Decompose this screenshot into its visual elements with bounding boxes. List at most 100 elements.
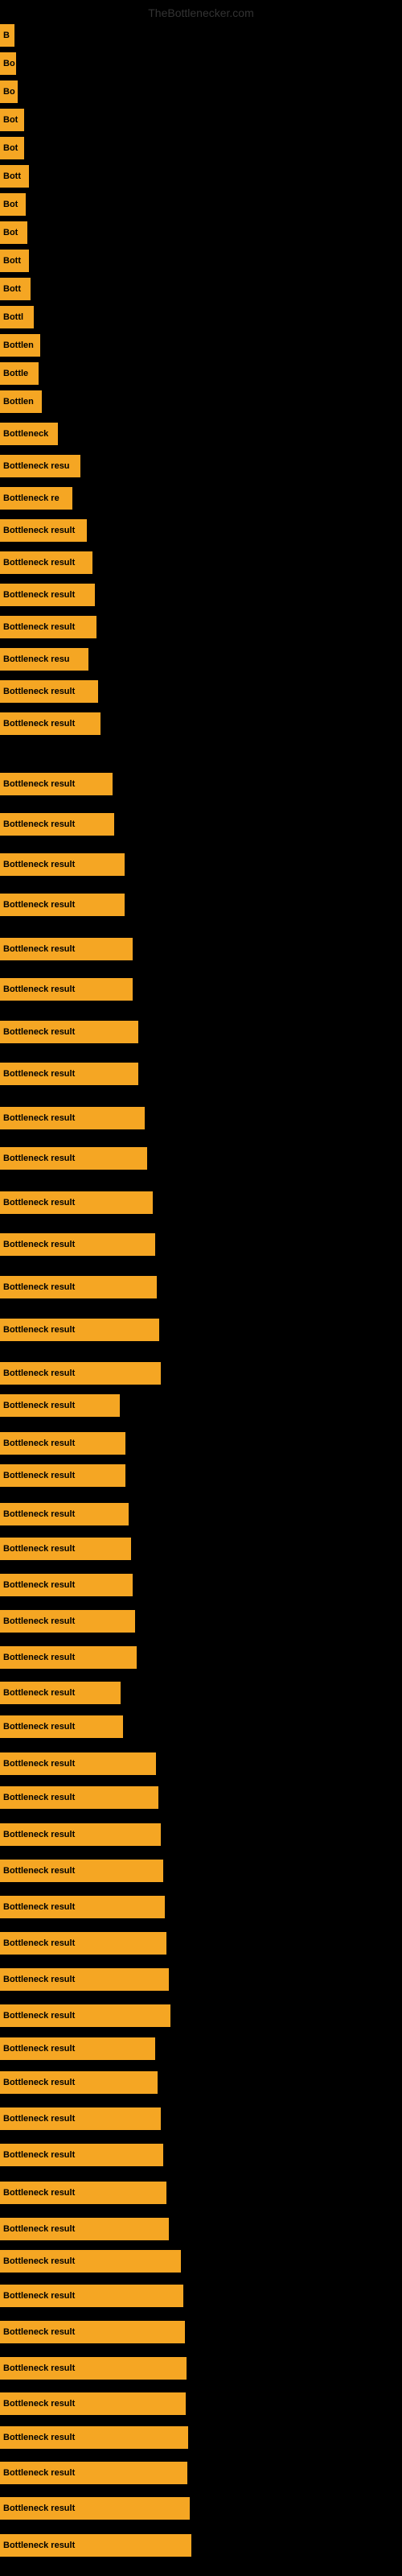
bar-label: Bottleneck result bbox=[3, 1282, 75, 1292]
bar-item: Bott bbox=[0, 278, 31, 300]
bar-label: Bottleneck result bbox=[3, 2504, 75, 2513]
bottleneck-bar-70: Bottleneck result bbox=[0, 2462, 187, 2484]
bar-label: Bottleneck result bbox=[3, 2044, 75, 2054]
bar-item: Bottleneck result bbox=[0, 2462, 187, 2484]
bar-item: Bottleneck bbox=[0, 423, 58, 445]
bar-label: Bo bbox=[3, 87, 15, 97]
bar-item: Bott bbox=[0, 250, 29, 272]
bar-label: Bottleneck result bbox=[3, 2327, 75, 2337]
bar-item: Bottleneck result bbox=[0, 1610, 135, 1633]
bar-label: Bottleneck result bbox=[3, 985, 75, 994]
bottleneck-bar-57: Bottleneck result bbox=[0, 2004, 170, 2027]
bottleneck-bar-18: Bottleneck result bbox=[0, 519, 87, 542]
bar-item: Bottleneck result bbox=[0, 2071, 158, 2094]
bar-item: Bot bbox=[0, 137, 24, 159]
bottleneck-bar-8: Bot bbox=[0, 221, 27, 244]
bar-item: Bottleneck result bbox=[0, 853, 125, 876]
bar-item: Bottleneck result bbox=[0, 2218, 169, 2240]
bar-item: Bottleneck result bbox=[0, 1503, 129, 1525]
bar-item: Bottlen bbox=[0, 390, 42, 413]
bottleneck-bar-33: Bottleneck result bbox=[0, 1107, 145, 1129]
bar-label: Bottleneck result bbox=[3, 719, 75, 729]
bar-label: Bottleneck result bbox=[3, 1198, 75, 1208]
bar-label: Bottleneck result bbox=[3, 1722, 75, 1732]
bottleneck-bar-43: Bottleneck result bbox=[0, 1503, 129, 1525]
bar-label: Bottleneck result bbox=[3, 1325, 75, 1335]
bottleneck-bar-16: Bottleneck resu bbox=[0, 455, 80, 477]
bottleneck-bar-5: Bot bbox=[0, 137, 24, 159]
bar-item: Bottleneck result bbox=[0, 2497, 190, 2520]
bottleneck-bar-19: Bottleneck result bbox=[0, 551, 92, 574]
bar-item: Bott bbox=[0, 165, 29, 188]
bottleneck-bar-54: Bottleneck result bbox=[0, 1896, 165, 1918]
bar-item: Bottleneck result bbox=[0, 1968, 169, 1991]
bar-label: Bottl bbox=[3, 312, 23, 322]
site-title: TheBottlenecker.com bbox=[148, 6, 254, 19]
bar-label: Bottleneck result bbox=[3, 1866, 75, 1876]
bottleneck-bar-50: Bottleneck result bbox=[0, 1752, 156, 1775]
bottleneck-bar-41: Bottleneck result bbox=[0, 1432, 125, 1455]
bar-label: Bottleneck result bbox=[3, 1830, 75, 1839]
bottleneck-bar-13: Bottle bbox=[0, 362, 39, 385]
bar-label: Bottleneck result bbox=[3, 1154, 75, 1163]
bar-item: Bottleneck result bbox=[0, 1276, 157, 1298]
bar-label: Bott bbox=[3, 284, 21, 294]
bar-item: Bottleneck result bbox=[0, 1362, 161, 1385]
bar-label: Bottle bbox=[3, 369, 28, 378]
bar-item: B bbox=[0, 24, 14, 47]
bottleneck-bar-51: Bottleneck result bbox=[0, 1786, 158, 1809]
bottleneck-bar-59: Bottleneck result bbox=[0, 2071, 158, 2094]
bottleneck-bar-38: Bottleneck result bbox=[0, 1319, 159, 1341]
bottleneck-bar-15: Bottleneck bbox=[0, 423, 58, 445]
bar-item: Bottleneck result bbox=[0, 1063, 138, 1085]
bar-label: Bottleneck result bbox=[3, 779, 75, 789]
bottleneck-bar-65: Bottleneck result bbox=[0, 2285, 183, 2307]
bottleneck-bar-2: Bo bbox=[0, 52, 16, 75]
bar-item: Bottleneck result bbox=[0, 1752, 156, 1775]
bar-label: Bottleneck result bbox=[3, 1401, 75, 1410]
bar-label: Bottleneck result bbox=[3, 2399, 75, 2409]
bottleneck-bar-56: Bottleneck result bbox=[0, 1968, 169, 1991]
bottleneck-bar-68: Bottleneck result bbox=[0, 2392, 186, 2415]
bar-item: Bottleneck result bbox=[0, 2285, 183, 2307]
bottleneck-bar-12: Bottlen bbox=[0, 334, 40, 357]
bar-label: Bottlen bbox=[3, 341, 34, 350]
bar-label: Bot bbox=[3, 200, 18, 209]
bar-item: Bottleneck result bbox=[0, 1464, 125, 1487]
bottleneck-bar-25: Bottleneck result bbox=[0, 773, 113, 795]
bar-label: Bo bbox=[3, 59, 15, 68]
bottleneck-bar-29: Bottleneck result bbox=[0, 938, 133, 960]
bar-label: Bot bbox=[3, 228, 18, 237]
bar-label: Bottleneck result bbox=[3, 860, 75, 869]
bar-label: Bottleneck result bbox=[3, 2468, 75, 2478]
bottleneck-bar-27: Bottleneck result bbox=[0, 853, 125, 876]
bar-label: Bottleneck result bbox=[3, 2291, 75, 2301]
bottleneck-bar-61: Bottleneck result bbox=[0, 2144, 163, 2166]
bar-label: Bottleneck result bbox=[3, 687, 75, 696]
bar-item: Bottleneck result bbox=[0, 1319, 159, 1341]
bar-label: B bbox=[3, 31, 10, 40]
bottleneck-bar-24: Bottleneck result bbox=[0, 712, 100, 735]
bottleneck-bar-4: Bot bbox=[0, 109, 24, 131]
bar-label: Bottleneck result bbox=[3, 2541, 75, 2550]
bottleneck-bar-11: Bottl bbox=[0, 306, 34, 328]
bottleneck-bar-42: Bottleneck result bbox=[0, 1464, 125, 1487]
bottleneck-bar-7: Bot bbox=[0, 193, 26, 216]
bar-item: Bottleneck result bbox=[0, 1191, 153, 1214]
bar-label: Bottleneck result bbox=[3, 1439, 75, 1448]
bar-item: Bottleneck result bbox=[0, 680, 98, 703]
bottleneck-bar-26: Bottleneck result bbox=[0, 813, 114, 836]
bar-item: Bottleneck result bbox=[0, 2182, 166, 2204]
bar-item: Bottleneck result bbox=[0, 2004, 170, 2027]
bar-label: Bot bbox=[3, 115, 18, 125]
bar-label: Bottleneck result bbox=[3, 2078, 75, 2087]
bottleneck-bar-9: Bott bbox=[0, 250, 29, 272]
bar-item: Bottleneck result bbox=[0, 616, 96, 638]
bar-item: Bottleneck resu bbox=[0, 648, 88, 671]
bar-item: Bottleneck result bbox=[0, 1538, 131, 1560]
bottleneck-bar-14: Bottlen bbox=[0, 390, 42, 413]
bar-item: Bottleneck result bbox=[0, 894, 125, 916]
bottleneck-bar-20: Bottleneck result bbox=[0, 584, 95, 606]
bar-label: Bottleneck result bbox=[3, 1938, 75, 1948]
bar-label: Bot bbox=[3, 143, 18, 153]
